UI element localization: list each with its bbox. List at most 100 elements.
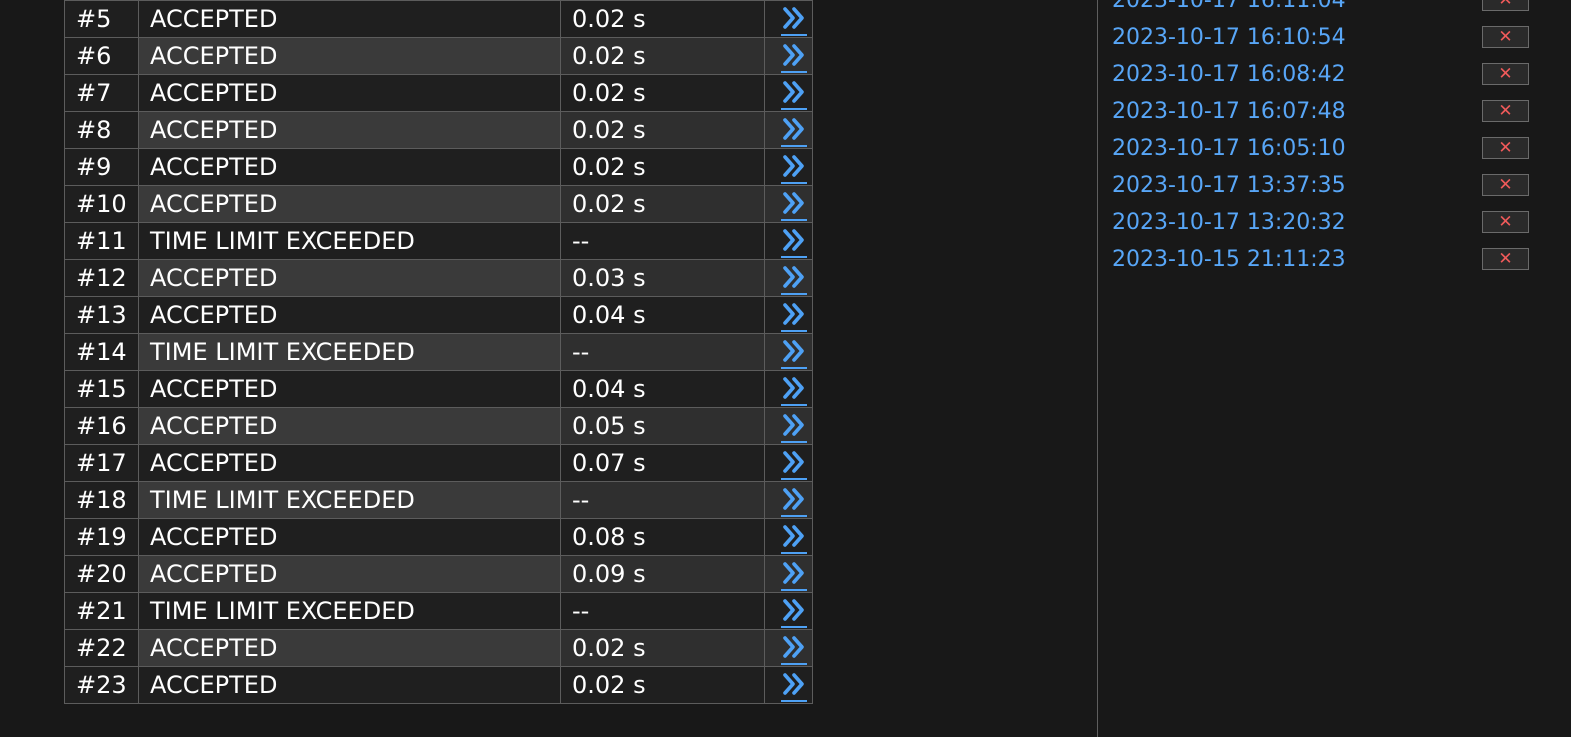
delete-submission-button[interactable]: ✕: [1482, 211, 1529, 233]
double-chevron-right-icon[interactable]: [781, 448, 807, 480]
test-number: #21: [64, 592, 139, 630]
double-chevron-right-icon-graphic: [783, 44, 804, 66]
test-result-row: #23 ACCEPTED 0.02 s: [64, 666, 813, 704]
double-chevron-right-icon-graphic: [783, 266, 804, 288]
double-chevron-right-icon[interactable]: [781, 4, 807, 36]
test-results-table: #5 ACCEPTED 0.02 s #6 ACCEPTED 0.02 s #7: [64, 0, 813, 704]
double-chevron-right-icon-graphic: [783, 155, 804, 177]
double-chevron-right-icon[interactable]: [781, 78, 807, 110]
submission-timestamp-link[interactable]: 2023-10-17 16:11:04: [1112, 0, 1346, 16]
double-chevron-right-icon[interactable]: [781, 337, 807, 369]
test-number: #7: [64, 74, 139, 112]
delete-submission-button[interactable]: ✕: [1482, 63, 1529, 85]
test-time: 0.09 s: [560, 555, 765, 593]
test-verdict: TIME LIMIT EXCEEDED: [138, 222, 561, 260]
test-number: #22: [64, 629, 139, 667]
test-result-row: #18 TIME LIMIT EXCEEDED --: [64, 481, 813, 519]
test-details-cell: [764, 185, 813, 223]
test-details-cell: [764, 259, 813, 297]
test-time: 0.03 s: [560, 259, 765, 297]
test-time: 0.02 s: [560, 629, 765, 667]
double-chevron-right-icon-graphic: [783, 229, 804, 251]
test-result-row: #14 TIME LIMIT EXCEEDED --: [64, 333, 813, 371]
test-time: 0.02 s: [560, 111, 765, 149]
double-chevron-right-icon[interactable]: [781, 559, 807, 591]
submission-timestamp-link[interactable]: 2023-10-17 16:08:42: [1112, 60, 1346, 90]
test-time: --: [560, 222, 765, 260]
test-result-row: #20 ACCEPTED 0.09 s: [64, 555, 813, 593]
test-time: 0.02 s: [560, 37, 765, 75]
double-chevron-right-icon[interactable]: [781, 522, 807, 554]
test-time: 0.02 s: [560, 74, 765, 112]
double-chevron-right-icon[interactable]: [781, 226, 807, 258]
test-details-cell: [764, 555, 813, 593]
submission-timestamp-link[interactable]: 2023-10-17 13:20:32: [1112, 208, 1346, 238]
test-number: #20: [64, 555, 139, 593]
double-chevron-right-icon[interactable]: [781, 263, 807, 295]
test-time: 0.07 s: [560, 444, 765, 482]
double-chevron-right-icon[interactable]: [781, 189, 807, 221]
test-number: #13: [64, 296, 139, 334]
test-number: #17: [64, 444, 139, 482]
test-verdict: ACCEPTED: [138, 0, 561, 38]
submission-history-list: 2023-10-17 16:11:04 ✕ 2023-10-17 16:10:5…: [1112, 0, 1532, 279]
delete-submission-button[interactable]: ✕: [1482, 137, 1529, 159]
test-time: 0.02 s: [560, 185, 765, 223]
submission-timestamp-link[interactable]: 2023-10-17 13:37:35: [1112, 171, 1346, 201]
double-chevron-right-icon[interactable]: [781, 300, 807, 332]
submission-timestamp-link[interactable]: 2023-10-17 16:07:48: [1112, 97, 1346, 127]
submission-history-item: 2023-10-15 21:11:23 ✕: [1112, 242, 1532, 279]
double-chevron-right-icon-graphic: [783, 414, 804, 436]
test-result-row: #13 ACCEPTED 0.04 s: [64, 296, 813, 334]
double-chevron-right-icon-graphic: [783, 525, 804, 547]
delete-submission-button[interactable]: ✕: [1482, 0, 1529, 11]
double-chevron-right-icon[interactable]: [781, 411, 807, 443]
delete-submission-button[interactable]: ✕: [1482, 174, 1529, 196]
double-chevron-right-icon[interactable]: [781, 374, 807, 406]
test-result-row: #17 ACCEPTED 0.07 s: [64, 444, 813, 482]
test-details-cell: [764, 37, 813, 75]
double-chevron-right-icon[interactable]: [781, 596, 807, 628]
double-chevron-right-icon[interactable]: [781, 670, 807, 702]
double-chevron-right-icon[interactable]: [781, 115, 807, 147]
test-verdict: ACCEPTED: [138, 185, 561, 223]
test-verdict: TIME LIMIT EXCEEDED: [138, 333, 561, 371]
double-chevron-right-icon-graphic: [783, 636, 804, 658]
test-details-cell: [764, 0, 813, 38]
test-number: #16: [64, 407, 139, 445]
test-details-cell: [764, 592, 813, 630]
test-verdict: ACCEPTED: [138, 407, 561, 445]
test-details-cell: [764, 629, 813, 667]
test-details-cell: [764, 444, 813, 482]
delete-submission-button[interactable]: ✕: [1482, 248, 1529, 270]
test-number: #10: [64, 185, 139, 223]
submission-timestamp-link[interactable]: 2023-10-17 16:10:54: [1112, 23, 1346, 53]
test-result-row: #16 ACCEPTED 0.05 s: [64, 407, 813, 445]
delete-submission-button[interactable]: ✕: [1482, 26, 1529, 48]
submission-history-item: 2023-10-17 13:37:35 ✕: [1112, 168, 1532, 205]
test-result-row: #22 ACCEPTED 0.02 s: [64, 629, 813, 667]
test-details-cell: [764, 111, 813, 149]
submission-history-item: 2023-10-17 16:11:04 ✕: [1112, 0, 1532, 20]
test-verdict: ACCEPTED: [138, 444, 561, 482]
test-details-cell: [764, 333, 813, 371]
test-number: #15: [64, 370, 139, 408]
test-details-cell: [764, 518, 813, 556]
double-chevron-right-icon-graphic: [783, 377, 804, 399]
test-verdict: ACCEPTED: [138, 148, 561, 186]
submission-history-item: 2023-10-17 13:20:32 ✕: [1112, 205, 1532, 242]
double-chevron-right-icon[interactable]: [781, 633, 807, 665]
submission-timestamp-link[interactable]: 2023-10-15 21:11:23: [1112, 245, 1346, 275]
double-chevron-right-icon[interactable]: [781, 152, 807, 184]
submission-history-item: 2023-10-17 16:10:54 ✕: [1112, 20, 1532, 57]
submission-history-item: 2023-10-17 16:07:48 ✕: [1112, 94, 1532, 131]
submission-timestamp-link[interactable]: 2023-10-17 16:05:10: [1112, 134, 1346, 164]
delete-submission-button[interactable]: ✕: [1482, 100, 1529, 122]
test-result-row: #21 TIME LIMIT EXCEEDED --: [64, 592, 813, 630]
double-chevron-right-icon[interactable]: [781, 41, 807, 73]
double-chevron-right-icon-graphic: [783, 303, 804, 325]
double-chevron-right-icon-graphic: [783, 118, 804, 140]
double-chevron-right-icon[interactable]: [781, 485, 807, 517]
test-verdict: ACCEPTED: [138, 370, 561, 408]
test-number: #9: [64, 148, 139, 186]
